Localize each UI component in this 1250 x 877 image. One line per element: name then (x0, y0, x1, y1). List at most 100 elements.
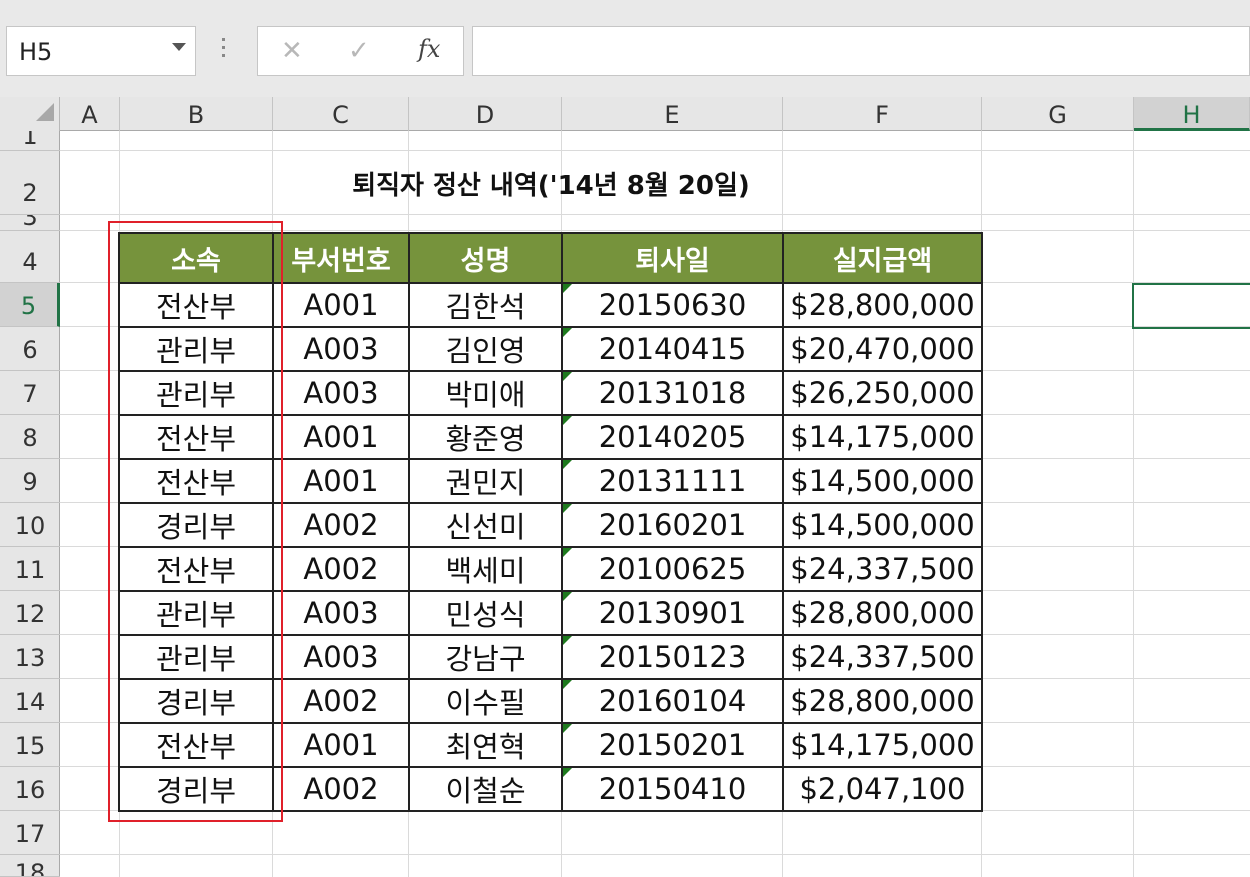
row-header[interactable]: 15 (0, 723, 60, 767)
name-box[interactable]: H5 (6, 26, 196, 76)
header-cell[interactable]: 실지급액 (782, 232, 983, 284)
row-header[interactable]: 10 (0, 503, 60, 547)
column-header[interactable]: A (60, 97, 120, 131)
cell[interactable]: A003 (272, 326, 410, 372)
cell[interactable]: $14,175,000 (782, 722, 983, 768)
column-header[interactable]: C (273, 97, 409, 131)
cell[interactable]: $28,800,000 (782, 678, 983, 724)
cell[interactable]: 20160104 (561, 678, 784, 724)
header-cell[interactable]: 퇴사일 (561, 232, 784, 284)
cell[interactable]: 권민지 (408, 458, 563, 504)
column-header[interactable]: D (409, 97, 562, 131)
cell[interactable]: $24,337,500 (782, 634, 983, 680)
error-indicator-icon (563, 768, 572, 777)
cell-value: 20131111 (598, 464, 747, 498)
cell[interactable]: 신선미 (408, 502, 563, 548)
cell[interactable]: A002 (272, 502, 410, 548)
cell[interactable]: 20150410 (561, 766, 784, 812)
column-header-selected[interactable]: H (1134, 97, 1250, 131)
row-header[interactable]: 14 (0, 679, 60, 723)
cell-value: 20100625 (598, 552, 747, 586)
row-header[interactable]: 8 (0, 415, 60, 459)
cell-value: 20131018 (598, 376, 747, 410)
cell[interactable]: $14,175,000 (782, 414, 983, 460)
column-header[interactable]: G (982, 97, 1134, 131)
cell[interactable]: 20150123 (561, 634, 784, 680)
error-indicator-icon (563, 504, 572, 513)
column-header[interactable]: E (562, 97, 783, 131)
cell[interactable]: 이철순 (408, 766, 563, 812)
row-header[interactable]: 2 (0, 151, 60, 215)
cell[interactable]: A002 (272, 678, 410, 724)
cell[interactable]: A001 (272, 414, 410, 460)
error-indicator-icon (563, 416, 572, 425)
cell[interactable]: 20150201 (561, 722, 784, 768)
cell[interactable]: A002 (272, 766, 410, 812)
chevron-down-icon[interactable] (172, 43, 186, 51)
insert-function-icon[interactable]: fx (418, 35, 440, 63)
header-cell[interactable]: 부서번호 (272, 232, 410, 284)
cancel-icon[interactable]: ✕ (281, 36, 303, 66)
row-header[interactable]: 4 (0, 231, 60, 283)
cell[interactable]: $20,470,000 (782, 326, 983, 372)
cell[interactable]: 김한석 (408, 282, 563, 328)
cell[interactable]: 20140415 (561, 326, 784, 372)
cell[interactable]: A001 (272, 458, 410, 504)
formula-input[interactable] (472, 26, 1250, 76)
cell[interactable]: $14,500,000 (782, 502, 983, 548)
error-indicator-icon (563, 724, 572, 733)
active-cell-h5[interactable] (1132, 283, 1250, 329)
cell[interactable]: $26,250,000 (782, 370, 983, 416)
row-header[interactable]: 11 (0, 547, 60, 591)
row-header[interactable]: 7 (0, 371, 60, 415)
sheet-title[interactable]: 퇴직자 정산 내역('14년 8월 20일) (120, 165, 982, 202)
cell-value: 20130901 (598, 596, 747, 630)
row-header-selected[interactable]: 5 (0, 283, 60, 327)
cell[interactable]: 20140205 (561, 414, 784, 460)
column-header[interactable]: F (783, 97, 982, 131)
cell[interactable]: 김인영 (408, 326, 563, 372)
cell[interactable]: 민성식 (408, 590, 563, 636)
cell[interactable]: 최연혁 (408, 722, 563, 768)
cell[interactable]: 20130901 (561, 590, 784, 636)
cell[interactable]: 백세미 (408, 546, 563, 592)
row-header[interactable]: 12 (0, 591, 60, 635)
cell[interactable]: A003 (272, 370, 410, 416)
cell[interactable]: $2,047,100 (782, 766, 983, 812)
error-indicator-icon (563, 372, 572, 381)
row-header[interactable]: 1 (0, 131, 60, 151)
cell[interactable]: 20131018 (561, 370, 784, 416)
cell[interactable]: A003 (272, 590, 410, 636)
cell-value: 20160104 (598, 684, 747, 718)
row-header[interactable]: 9 (0, 459, 60, 503)
cell[interactable]: $14,500,000 (782, 458, 983, 504)
cell[interactable]: A001 (272, 722, 410, 768)
cell[interactable]: 20160201 (561, 502, 784, 548)
cell[interactable]: 이수필 (408, 678, 563, 724)
error-indicator-icon (563, 592, 572, 601)
row-header[interactable]: 6 (0, 327, 60, 371)
cell[interactable]: A003 (272, 634, 410, 680)
row-header[interactable]: 16 (0, 767, 60, 811)
cell[interactable]: 20100625 (561, 546, 784, 592)
cell[interactable]: 강남구 (408, 634, 563, 680)
cell[interactable]: 박미애 (408, 370, 563, 416)
cell[interactable]: $28,800,000 (782, 590, 983, 636)
cell[interactable]: $28,800,000 (782, 282, 983, 328)
row-header[interactable]: 13 (0, 635, 60, 679)
cell[interactable]: 20150630 (561, 282, 784, 328)
select-all-icon (36, 103, 54, 121)
cell[interactable]: A001 (272, 282, 410, 328)
row-header[interactable]: 17 (0, 811, 60, 855)
column-header[interactable]: B (120, 97, 273, 131)
cell[interactable]: $24,337,500 (782, 546, 983, 592)
enter-icon[interactable]: ✓ (348, 36, 370, 66)
header-cell[interactable]: 성명 (408, 232, 563, 284)
row-header[interactable]: 18 (0, 855, 60, 877)
drag-handle-icon[interactable] (222, 38, 226, 64)
cell[interactable]: 황준영 (408, 414, 563, 460)
row-header[interactable]: 3 (0, 215, 60, 231)
cell[interactable]: A002 (272, 546, 410, 592)
cell-value: 20140415 (598, 332, 747, 366)
cell[interactable]: 20131111 (561, 458, 784, 504)
